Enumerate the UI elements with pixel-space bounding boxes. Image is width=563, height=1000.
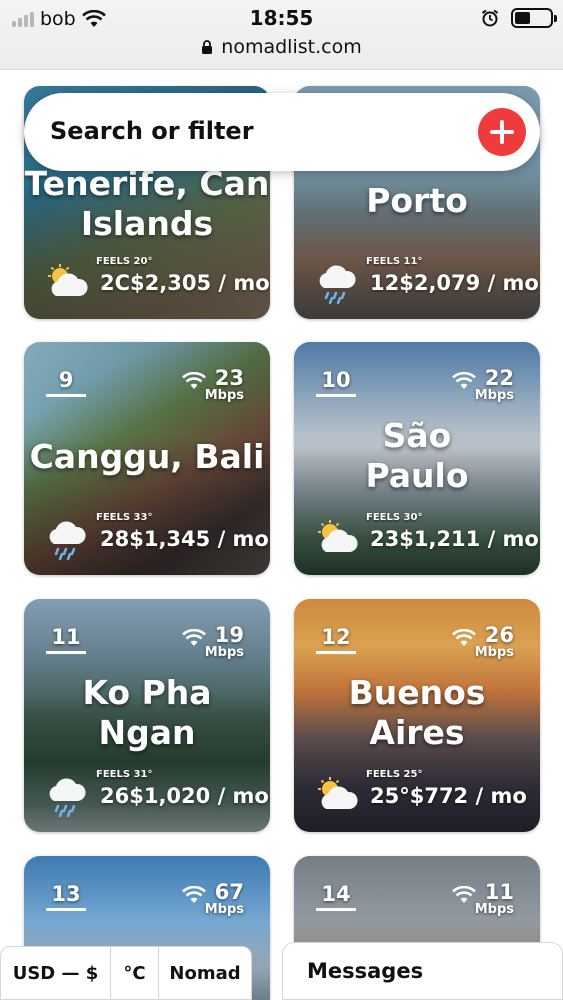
city-name: São Paulo: [294, 416, 540, 496]
city-name-line2: Aires: [369, 713, 465, 752]
plus-icon[interactable]: [478, 108, 526, 156]
partly-cloudy-icon: [318, 520, 358, 552]
wifi-speed-value: 26: [484, 623, 514, 647]
wifi-speed: 22 Mbps: [475, 366, 514, 403]
feels-temp: FEELS 20°: [96, 256, 153, 267]
mode-selector[interactable]: Nomad: [159, 947, 251, 999]
url-text: nomadlist.com: [221, 36, 362, 58]
city-name-line1: Buenos: [348, 673, 486, 712]
feels-temp: FEELS 11°: [366, 256, 423, 267]
city-card[interactable]: 9 23 Mbps Canggu, Bali FEELS 33° 28$1,345…: [24, 342, 270, 575]
search-bar[interactable]: Search or filter: [24, 93, 540, 171]
wifi-speed-value: 23: [214, 366, 244, 390]
city-card[interactable]: 11 19 Mbps Ko Pha Ngan FEELS 31° 26$1,020 …: [24, 599, 270, 832]
status-right: [481, 8, 557, 28]
city-name-line1: Ko Pha: [82, 673, 212, 712]
wifi-speed-unit: Mbps: [474, 388, 514, 403]
rain-cloud-icon: [49, 521, 86, 560]
city-name: Porto: [294, 181, 540, 221]
monthly-cost: 26$1,020 / mo: [100, 784, 269, 808]
rank-number: 11: [46, 625, 86, 654]
messages-label: Messages: [307, 959, 424, 983]
wifi-speed-value: 19: [214, 623, 244, 647]
alarm-icon: [481, 9, 499, 27]
wifi-speed: 19 Mbps: [205, 623, 244, 660]
status-bar: bob 18:55 nomadlist.com: [0, 0, 563, 70]
monthly-cost: 23$1,211 / mo: [370, 527, 539, 551]
city-name: Buenos Aires: [294, 673, 540, 753]
wifi-speed-value: 11: [484, 880, 514, 904]
messages-button[interactable]: Messages: [282, 942, 563, 1000]
rank-number: 14: [316, 882, 356, 911]
rank-number: 12: [316, 625, 356, 654]
rank-number: 9: [46, 368, 86, 397]
city-name-line2: Ngan: [98, 713, 196, 752]
feels-temp: FEELS 33°: [96, 512, 153, 523]
city-card[interactable]: 10 22 Mbps São Paulo FEELS 30° 23$1,211 / …: [294, 342, 540, 575]
feels-temp: FEELS 30°: [366, 512, 423, 523]
wifi-speed-unit: Mbps: [474, 645, 514, 660]
currency-selector[interactable]: USD — $: [1, 947, 111, 999]
city-name-line1: Canggu, Bali: [29, 437, 265, 476]
city-name-line2: Paulo: [365, 456, 469, 495]
wifi-icon: [452, 886, 476, 903]
monthly-cost: 28$1,345 / mo: [100, 527, 269, 551]
city-name: Canggu, Bali: [24, 437, 270, 477]
rain-cloud-icon: [49, 778, 86, 817]
city-name-line1: Porto: [366, 181, 468, 220]
wifi-icon: [182, 372, 206, 389]
wifi-speed: 23 Mbps: [205, 366, 244, 403]
partly-cloudy-icon: [318, 777, 358, 809]
lock-icon: [202, 39, 213, 54]
search-label: Search or filter: [50, 117, 254, 145]
rank-number: 13: [46, 882, 86, 911]
temperature-unit-toggle[interactable]: °C: [111, 947, 159, 999]
url-bar[interactable]: nomadlist.com: [0, 36, 563, 58]
feels-temp: FEELS 31°: [96, 769, 153, 780]
rank-number: 10: [316, 368, 356, 397]
wifi-speed-value: 22: [484, 366, 514, 390]
city-card[interactable]: 12 26 Mbps Buenos Aires FEELS 25° 25°$772 …: [294, 599, 540, 832]
wifi-speed-value: 67: [214, 880, 244, 904]
wifi-icon: [182, 629, 206, 646]
partly-cloudy-icon: [48, 264, 88, 296]
city-name: Ko Pha Ngan: [24, 673, 270, 753]
wifi-speed-unit: Mbps: [474, 902, 514, 917]
city-name: Tenerife, Can Islands: [24, 164, 270, 244]
wifi-icon: [182, 886, 206, 903]
clock: 18:55: [249, 6, 314, 30]
monthly-cost: 25°$772 / mo: [370, 784, 527, 808]
feels-temp: FEELS 25°: [366, 769, 423, 780]
wifi-speed: 26 Mbps: [475, 623, 514, 660]
wifi-speed-unit: Mbps: [204, 645, 244, 660]
wifi-speed-unit: Mbps: [204, 902, 244, 917]
monthly-cost: 2C$2,305 / mo: [100, 271, 270, 295]
battery-icon: [511, 8, 557, 28]
wifi-speed-unit: Mbps: [204, 388, 244, 403]
rain-cloud-icon: [319, 265, 356, 304]
wifi-icon: [452, 372, 476, 389]
wifi-icon: [452, 629, 476, 646]
bottom-settings-bar: USD — $ °C Nomad: [0, 946, 252, 1000]
city-name-line2: Islands: [80, 204, 214, 243]
wifi-speed: 67 Mbps: [205, 880, 244, 917]
monthly-cost: 12$2,079 / mo: [370, 271, 539, 295]
wifi-speed: 11 Mbps: [475, 880, 514, 917]
city-name-line1: São: [382, 416, 452, 455]
